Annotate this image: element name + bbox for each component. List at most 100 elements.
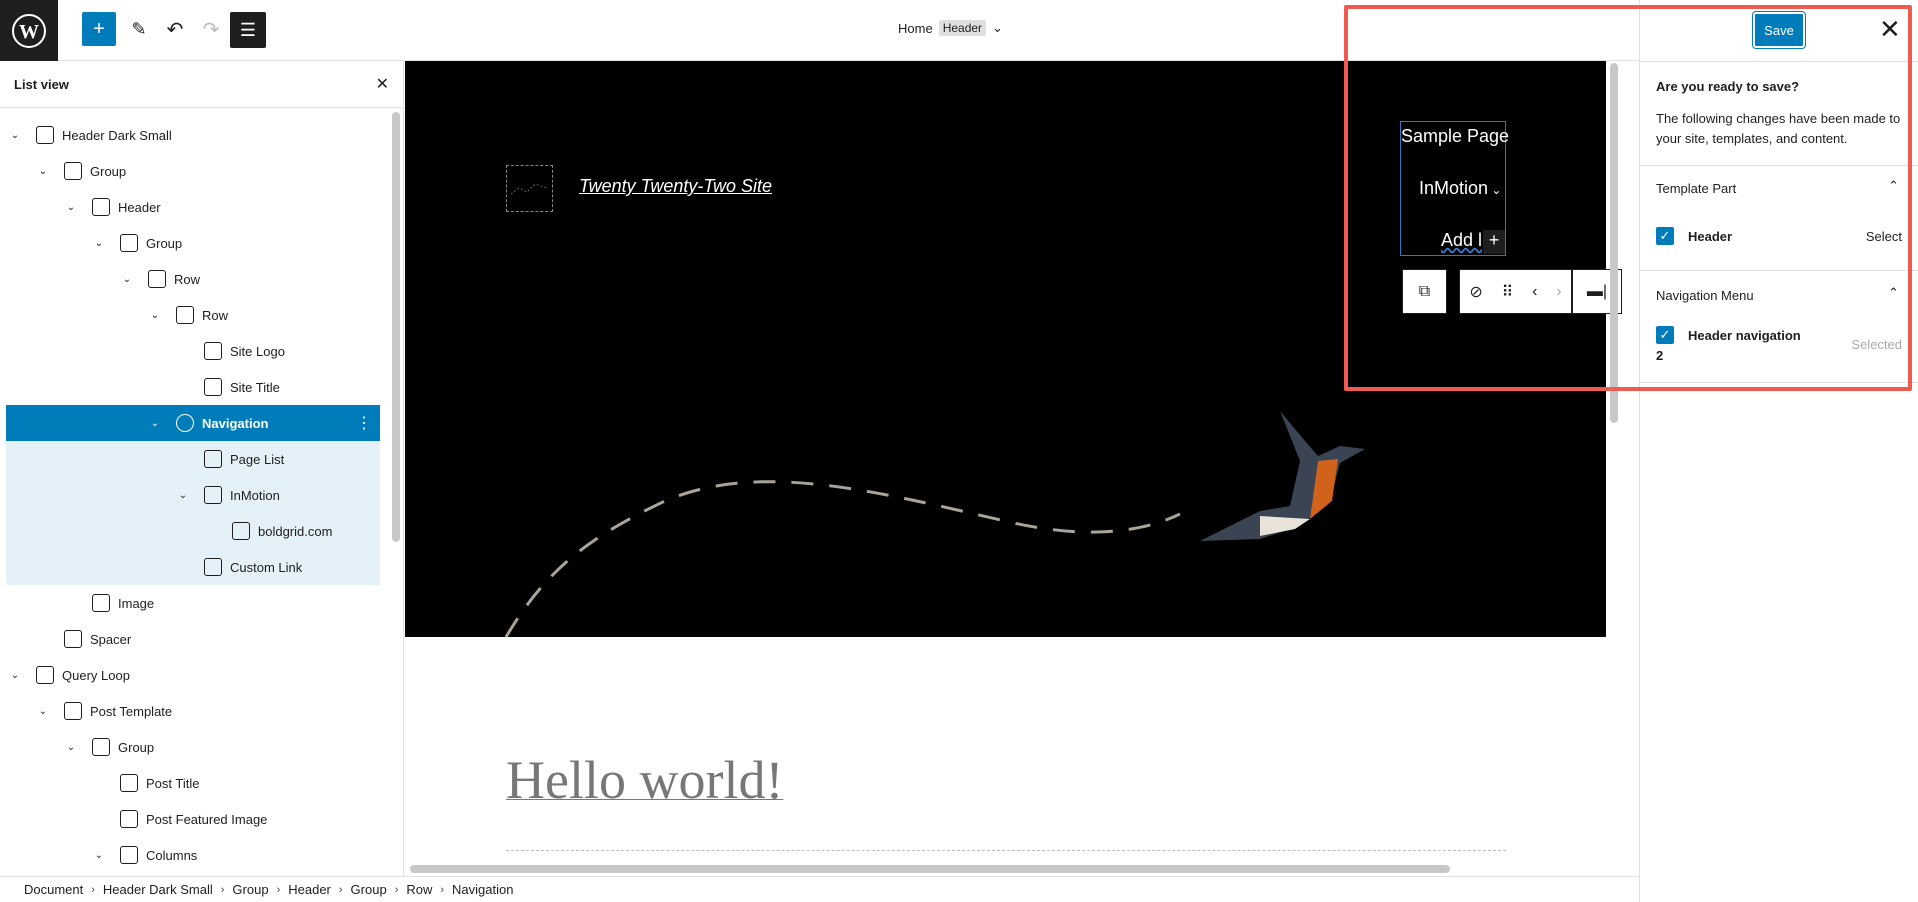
close-icon[interactable]: ✕: [376, 74, 389, 94]
edit-pen-icon[interactable]: ✎: [122, 12, 156, 46]
list-item[interactable]: ⌄ InMotion: [6, 477, 380, 513]
undo-icon[interactable]: ↶: [158, 12, 192, 46]
breadcrumb-item[interactable]: Header Dark Small: [103, 882, 213, 897]
list-view-header: List view ✕: [0, 61, 403, 108]
nav-item-add-link[interactable]: Add l: [1441, 230, 1482, 251]
list-item-label: Query Loop: [62, 667, 130, 683]
breadcrumb-item[interactable]: Group: [351, 882, 387, 897]
chevron-down-icon[interactable]: ⌄: [120, 274, 134, 285]
block-icon: [204, 378, 222, 396]
block-icon: [120, 846, 138, 864]
move-left-icon[interactable]: ‹: [1532, 283, 1537, 301]
list-item[interactable]: Site Logo: [6, 333, 380, 369]
save-button[interactable]: Save: [1752, 11, 1806, 49]
list-view-scrollbar[interactable]: [392, 112, 400, 542]
chevron-down-icon[interactable]: ⌄: [8, 130, 22, 141]
chevron-down-icon[interactable]: ⌄: [36, 166, 50, 177]
list-item[interactable]: Post Featured Image: [6, 801, 380, 837]
navigation-menu-item: Header navigation: [1688, 328, 1801, 343]
block-parent-selector[interactable]: ⧉: [1402, 269, 1447, 314]
chevron-up-icon[interactable]: ⌃: [1888, 178, 1899, 194]
list-item[interactable]: ⌄ Navigation ⋮: [6, 405, 380, 441]
page-name: Home: [898, 20, 933, 36]
justify-icon: ▬|: [1586, 282, 1608, 300]
chevron-down-icon[interactable]: ⌄: [176, 490, 190, 501]
template-part-section-title[interactable]: Template Part: [1656, 181, 1736, 196]
wordpress-logo-icon[interactable]: W: [0, 0, 58, 61]
list-item[interactable]: Custom Link: [6, 549, 380, 585]
breadcrumb-item[interactable]: Navigation: [452, 882, 513, 897]
redo-icon[interactable]: ↷: [194, 12, 228, 46]
block-icon: [92, 594, 110, 612]
chevron-down-icon[interactable]: ⌄: [92, 850, 106, 861]
template-part-badge: Header: [938, 20, 987, 36]
chevron-down-icon[interactable]: ⌄: [148, 418, 162, 429]
header-checkbox[interactable]: ✓: [1656, 227, 1674, 245]
block-icon: [92, 738, 110, 756]
add-block-button[interactable]: +: [82, 12, 116, 46]
list-item[interactable]: ⌄ Header: [6, 189, 380, 225]
breadcrumb-separator-icon: ›: [394, 883, 399, 896]
block-icon: [204, 342, 222, 360]
canvas-horizontal-scrollbar[interactable]: [410, 865, 1450, 873]
list-item[interactable]: Site Title: [6, 369, 380, 405]
nav-item-sample-page[interactable]: Sample Page: [1401, 126, 1509, 147]
breadcrumb-separator-icon: ›: [276, 883, 281, 896]
add-item-plus-icon[interactable]: +: [1483, 230, 1505, 254]
breadcrumb-item[interactable]: Document: [24, 882, 83, 897]
chevron-up-icon[interactable]: ⌃: [1888, 285, 1899, 301]
drag-handle-icon[interactable]: ⠿: [1502, 282, 1514, 302]
header-navigation-checkbox[interactable]: ✓: [1656, 326, 1674, 344]
list-item[interactable]: ⌄ Query Loop: [6, 657, 380, 693]
block-icon: [64, 162, 82, 180]
chevron-down-icon[interactable]: ⌄: [64, 202, 78, 213]
options-menu-icon[interactable]: ⋮: [356, 413, 372, 433]
block-icon: [120, 234, 138, 252]
list-item[interactable]: Page List: [6, 441, 380, 477]
list-item[interactable]: ⌄ Group: [6, 729, 380, 765]
list-item[interactable]: ⌄ Columns: [6, 837, 380, 873]
block-icon: [36, 666, 54, 684]
list-view-icon[interactable]: ☰: [230, 12, 266, 48]
list-item[interactable]: Spacer: [6, 621, 380, 657]
chevron-down-icon[interactable]: ⌄: [36, 706, 50, 717]
post-title[interactable]: Hello world!: [506, 749, 783, 811]
list-item[interactable]: ⌄ Row: [6, 261, 380, 297]
list-item[interactable]: boldgrid.com: [6, 513, 380, 549]
bird-illustration: [1200, 411, 1365, 541]
chevron-down-icon[interactable]: ⌄: [64, 742, 78, 753]
document-title[interactable]: Home Header ⌄: [898, 20, 1003, 36]
list-item-label: Post Featured Image: [146, 811, 268, 827]
move-right-icon[interactable]: ›: [1556, 283, 1561, 301]
list-item[interactable]: ⌄ Row: [6, 297, 380, 333]
close-icon[interactable]: ✕: [1879, 14, 1901, 45]
list-item[interactable]: Image: [6, 585, 380, 621]
breadcrumb-item[interactable]: Header: [288, 882, 331, 897]
list-item[interactable]: ⌄ Group: [6, 225, 380, 261]
breadcrumb-separator-icon: ›: [91, 883, 95, 896]
breadcrumb-item[interactable]: Group: [232, 882, 268, 897]
list-item[interactable]: ⌄ Header Dark Small: [6, 117, 380, 153]
block-icon: [92, 198, 110, 216]
list-view-title: List view: [14, 76, 69, 92]
chevron-down-icon[interactable]: ⌄: [92, 238, 106, 249]
block-icon: [120, 774, 138, 792]
list-item[interactable]: ⌄ Group: [6, 153, 380, 189]
list-item-label: Page List: [230, 451, 285, 467]
nav-item-inmotion[interactable]: InMotion ⌄: [1419, 178, 1501, 199]
chevron-down-icon[interactable]: ⌄: [148, 310, 162, 321]
navigation-block[interactable]: Sample Page InMotion ⌄ Add l +: [1400, 121, 1509, 256]
list-item-label: Site Logo: [230, 343, 285, 359]
list-item[interactable]: Post Title: [6, 765, 380, 801]
breadcrumb-item[interactable]: Row: [406, 882, 432, 897]
chevron-down-icon[interactable]: ⌄: [8, 670, 22, 681]
select-button[interactable]: Select: [1866, 229, 1902, 244]
list-item[interactable]: ⌄ Post Template: [6, 693, 380, 729]
list-item-label: Custom Link: [230, 559, 303, 575]
navigation-menu-section-title[interactable]: Navigation Menu: [1656, 288, 1754, 303]
chevron-down-icon[interactable]: ⌄: [992, 20, 1003, 36]
canvas-vertical-scrollbar[interactable]: [1610, 63, 1618, 423]
block-icon: [176, 414, 194, 432]
navigation-compass-icon[interactable]: ⊘: [1469, 282, 1482, 302]
chevron-down-icon: ⌄: [1488, 183, 1502, 197]
